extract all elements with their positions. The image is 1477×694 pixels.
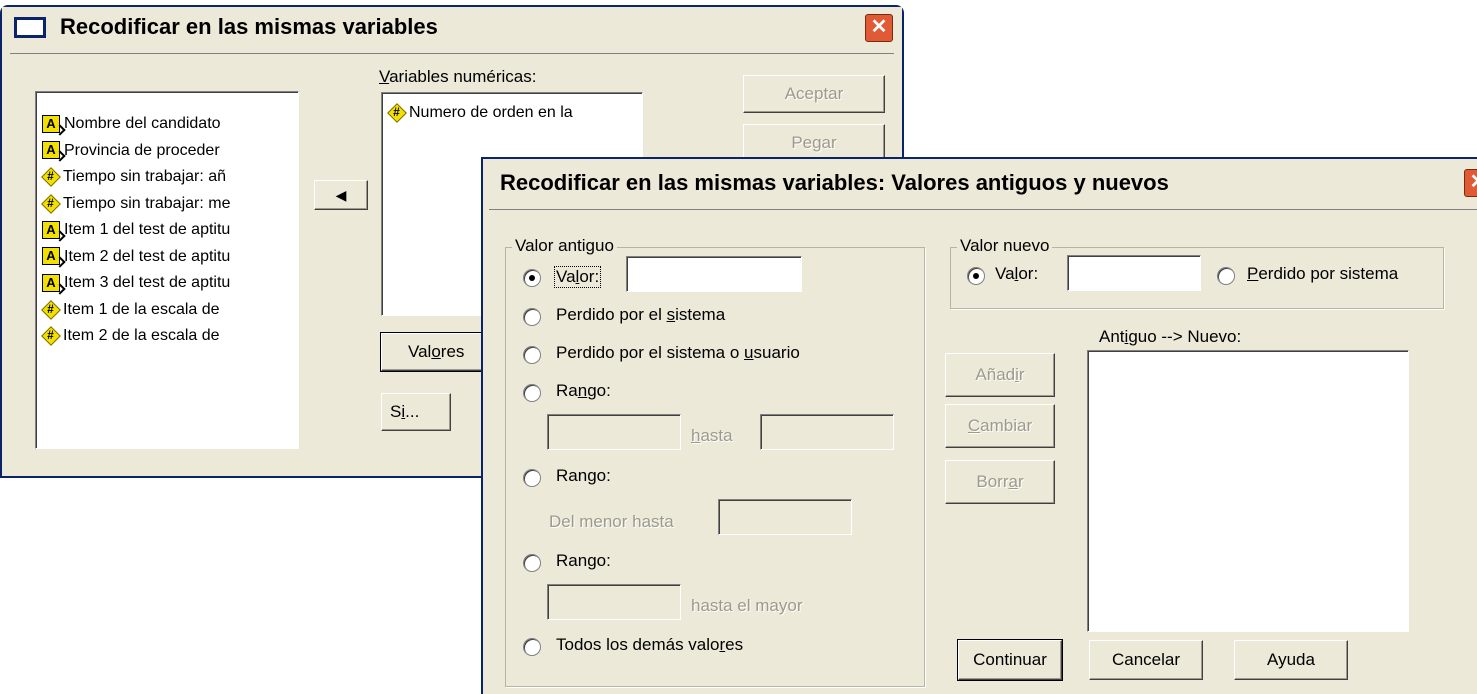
close-icon: ✕ [870, 16, 888, 38]
anadir-button[interactable]: Añadir [945, 353, 1055, 397]
ayuda-button[interactable]: Ayuda [1234, 640, 1348, 680]
variable-label: Item 2 de la escala de [63, 327, 220, 344]
sub-dialog-title: Recodificar en las mismas variables: Val… [500, 170, 1169, 195]
variable-list-item[interactable]: # Tiempo sin trabajar: me [42, 192, 230, 216]
perdido-sistema-radio[interactable] [523, 308, 541, 326]
perdido-usuario-label: Perdido por el sistema o usuario [556, 343, 800, 362]
variable-label: Item 1 de la escala de [63, 300, 220, 318]
sub-title-bar: Recodificar en las mismas variables: Val… [483, 159, 1477, 197]
perdido-usuario-radio[interactable] [523, 346, 541, 364]
window-icon [14, 17, 46, 38]
rango3-radio[interactable] [523, 554, 541, 572]
title-separator [10, 53, 894, 54]
perdido-nuevo-label: Perdido por sistema [1247, 264, 1399, 283]
si-label: Si... [390, 402, 420, 421]
numeric-variable-icon: # [42, 301, 59, 318]
variable-list-item[interactable]: # Item 2 de la escala de [42, 324, 220, 348]
rango1-from-input[interactable] [547, 414, 681, 450]
string-variable-icon: A [42, 114, 60, 133]
arrow-left-icon: ◀ [335, 187, 347, 203]
borrar-button[interactable]: Borrar [945, 460, 1055, 504]
old-value-group: Valor antiguo Valor: Perdido por el sist… [505, 236, 925, 687]
old-valor-radio[interactable] [523, 269, 541, 287]
string-variable-icon: A [42, 141, 60, 160]
new-value-legend: Valor nuevo [957, 236, 1053, 256]
rango2-label: Rango: [556, 466, 611, 485]
variable-label: Provincia de proceder [64, 141, 220, 159]
cancelar-button[interactable]: Cancelar [1089, 640, 1203, 680]
variable-list-item[interactable]: A Provincia de proceder [42, 139, 220, 163]
old-valor-label: Valor: [554, 266, 602, 288]
variable-list-item[interactable]: # Tiempo sin trabajar: añ [42, 165, 226, 189]
numeric-variable-icon: # [42, 195, 59, 212]
variable-label: Tiempo sin trabajar: me [63, 194, 231, 212]
variable-label: Numero de orden en la [409, 104, 573, 121]
old-valor-input[interactable] [626, 256, 802, 292]
sub-close-button[interactable]: ✕ [1464, 169, 1477, 197]
recode-values-dialog: Recodificar en las mismas variables: Val… [481, 157, 1477, 694]
antiguo-nuevo-list[interactable] [1087, 350, 1409, 632]
rango1-radio[interactable] [523, 384, 541, 402]
close-icon: ✕ [1470, 171, 1477, 193]
perdido-sistema-label: Perdido por el sistema [556, 305, 726, 324]
hasta-label: hasta [691, 426, 733, 445]
main-title-bar: Recodificar en las mismas variables ✕ [2, 7, 902, 45]
numeric-variable-icon: # [388, 104, 405, 121]
todos-radio[interactable] [523, 638, 541, 656]
variable-list-item[interactable]: A Item 1 del test de aptitu [42, 218, 230, 242]
ordinal-string-variable-icon: A [42, 247, 60, 266]
si-button[interactable]: Si... [381, 393, 451, 431]
variable-label: Tiempo sin trabajar: añ [63, 168, 227, 185]
antiguo-nuevo-label: Antiguo --> Nuevo: [1099, 327, 1242, 346]
rango1-to-input[interactable] [760, 414, 894, 450]
ordinal-string-variable-icon: A [42, 273, 60, 292]
continuar-button[interactable]: Continuar [957, 639, 1063, 681]
variable-list-item[interactable]: # Numero de orden en la [388, 101, 573, 125]
variable-label: Item 3 del test de aptitu [64, 274, 231, 291]
todos-label: Todos los demás valores [556, 635, 744, 654]
cambiar-button[interactable]: Cambiar [945, 404, 1055, 448]
variable-list-item[interactable]: A Nombre del candidato [42, 112, 221, 136]
variable-list-item[interactable]: A Item 3 del test de aptitu [42, 271, 230, 295]
rango2-to-input[interactable] [718, 499, 852, 535]
valores-label: Valores [408, 342, 465, 361]
rango3-from-input[interactable] [547, 584, 681, 620]
new-value-group: Valor nuevo Valor: Perdido por sistema [950, 236, 1444, 309]
ordinal-string-variable-icon: A [42, 220, 60, 239]
variable-list-item[interactable]: A Item 2 del test de aptitu [42, 245, 230, 269]
variable-list-item[interactable]: # Item 1 de la escala de [42, 298, 220, 322]
numeric-variable-icon: # [42, 327, 59, 344]
numeric-variable-icon: # [42, 168, 59, 185]
variable-label: Nombre del candidato [64, 115, 221, 132]
variable-label: Item 1 del test de aptitu [64, 221, 231, 238]
variable-label: Item 2 del test de aptitu [64, 247, 231, 265]
move-variable-button[interactable]: ◀ [314, 180, 368, 210]
new-valor-radio[interactable] [967, 267, 985, 285]
del-menor-label: Del menor hasta [549, 512, 674, 531]
main-dialog-title: Recodificar en las mismas variables [60, 14, 438, 39]
perdido-nuevo-radio[interactable] [1217, 267, 1235, 285]
hasta-mayor-label: hasta el mayor [691, 596, 803, 615]
aceptar-button[interactable]: Aceptar [743, 75, 885, 113]
source-variable-list[interactable]: A Nombre del candidato A Provincia de proce… [35, 91, 299, 449]
new-valor-input[interactable] [1067, 255, 1201, 291]
rango2-radio[interactable] [523, 469, 541, 487]
target-list-label: Variables numéricas: [379, 67, 537, 86]
rango3-label: Rango: [556, 551, 611, 570]
main-close-button[interactable]: ✕ [865, 14, 893, 42]
rango1-label: Rango: [556, 381, 611, 400]
sub-title-separator [489, 209, 1477, 210]
new-valor-label: Valor: [995, 264, 1039, 283]
old-value-legend: Valor antiguo [512, 236, 617, 256]
